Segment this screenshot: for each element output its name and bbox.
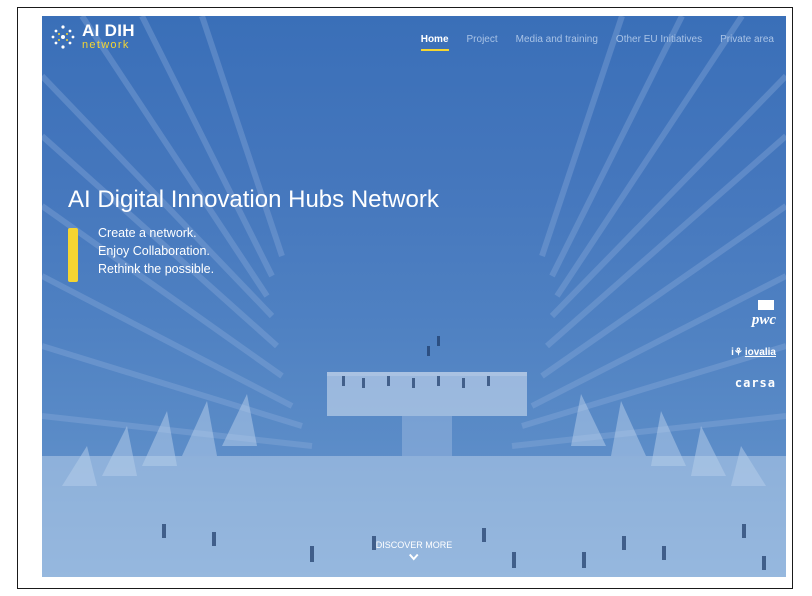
brand-logo[interactable]: AI DIH network — [50, 22, 135, 51]
partner-logo-pwc[interactable]: pwc — [752, 300, 776, 329]
accent-bar — [68, 228, 78, 282]
nav-item-media-and-training[interactable]: Media and training — [516, 34, 598, 50]
partner-name: pwc — [751, 312, 776, 328]
partner-name: carsa — [734, 376, 776, 390]
partner-logos: pwc i⚘ iovalia carsa — [731, 300, 776, 390]
nav-item-project[interactable]: Project — [467, 34, 498, 50]
hero-section: AI DIH network Home Project Media and tr… — [42, 16, 786, 577]
main-nav: Home Project Media and training Other EU… — [420, 34, 774, 51]
hero-taglines: Create a network. Enjoy Collaboration. R… — [98, 224, 214, 278]
brand-title: AI DIH — [82, 21, 135, 40]
nav-item-home[interactable]: Home — [420, 34, 449, 51]
brand-subtitle: network — [82, 39, 130, 51]
nav-item-private-area[interactable]: Private area — [720, 34, 774, 50]
discover-more-button[interactable]: DISCOVER MORE — [375, 540, 453, 561]
discover-more-label: DISCOVER MORE — [375, 540, 453, 550]
nav-item-other-eu-initiatives[interactable]: Other EU Initiatives — [616, 34, 702, 50]
hero-background-image — [42, 16, 786, 577]
chevron-down-icon — [409, 553, 419, 561]
tagline: Rethink the possible. — [98, 262, 215, 276]
partner-name: iovalia — [744, 347, 776, 358]
hero-headline: AI Digital Innovation Hubs Network — [68, 186, 439, 213]
tagline: Enjoy Collaboration. — [98, 244, 210, 258]
network-dots-icon — [51, 24, 75, 49]
iovalia-mark-icon: i⚘ — [731, 347, 743, 358]
tagline: Create a network. — [98, 226, 197, 240]
pwc-block-icon — [758, 300, 774, 310]
partner-logo-iovalia[interactable]: i⚘ iovalia — [731, 347, 776, 358]
partner-logo-carsa[interactable]: carsa — [735, 376, 776, 390]
